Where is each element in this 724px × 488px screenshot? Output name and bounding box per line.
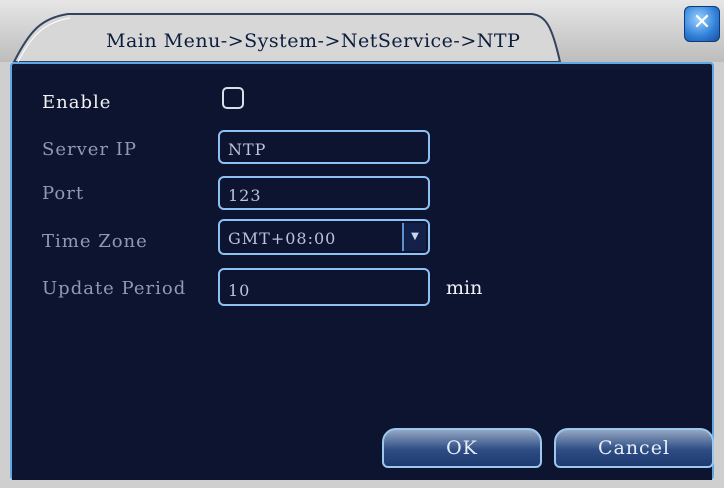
update-period-unit: min xyxy=(446,277,483,299)
server-ip-value: NTP xyxy=(228,140,267,159)
ntp-dialog: Main Menu->System->NetService->NTP ✕ Ena… xyxy=(0,0,724,488)
time-zone-value: GMT+08:00 xyxy=(228,229,337,248)
update-period-label: Update Period xyxy=(42,278,187,299)
update-period-value: 10 xyxy=(228,281,251,300)
title-tab: Main Menu->System->NetService->NTP xyxy=(12,10,572,62)
server-ip-label: Server IP xyxy=(42,139,137,160)
update-period-input[interactable]: 10 xyxy=(218,268,430,306)
port-label: Port xyxy=(42,183,85,204)
title-bar: Main Menu->System->NetService->NTP ✕ xyxy=(0,0,724,62)
time-zone-select[interactable]: GMT+08:00 ▼ xyxy=(218,219,430,255)
cancel-button[interactable]: Cancel xyxy=(554,428,714,468)
ok-button[interactable]: OK xyxy=(382,428,542,468)
enable-checkbox[interactable] xyxy=(222,87,244,109)
close-icon: ✕ xyxy=(692,10,712,35)
enable-label: Enable xyxy=(42,92,112,113)
chevron-down-icon[interactable]: ▼ xyxy=(402,223,426,251)
server-ip-input[interactable]: NTP xyxy=(218,130,430,164)
port-value: 123 xyxy=(228,186,262,205)
close-button[interactable]: ✕ xyxy=(684,6,720,42)
port-input[interactable]: 123 xyxy=(218,176,430,210)
time-zone-label: Time Zone xyxy=(42,231,148,252)
window-title: Main Menu->System->NetService->NTP xyxy=(106,30,521,52)
